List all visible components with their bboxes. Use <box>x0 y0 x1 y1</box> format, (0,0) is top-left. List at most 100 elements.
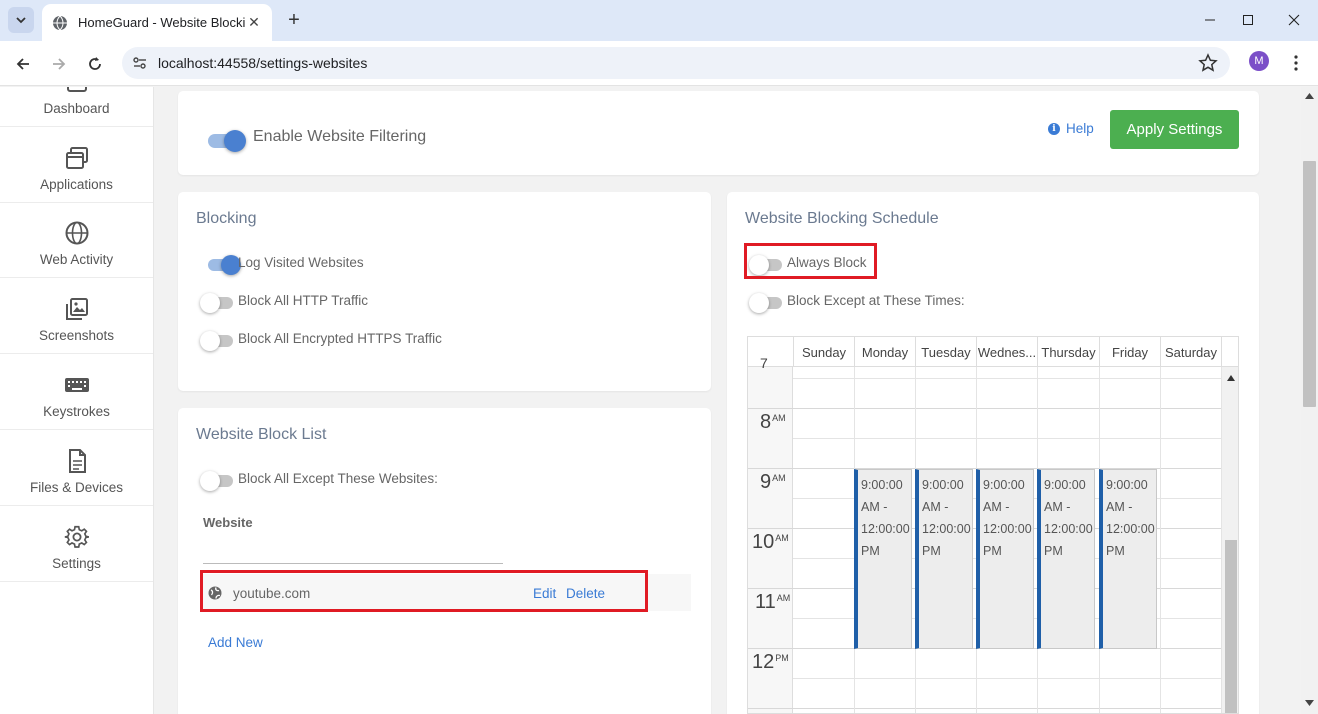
hour-label-9am: 9AM <box>760 471 786 493</box>
reload-button[interactable] <box>82 51 108 77</box>
close-window-button[interactable] <box>1280 8 1308 32</box>
new-tab-button[interactable]: + <box>282 8 306 32</box>
block-list-card: Website Block List Block All Except Thes… <box>178 408 711 714</box>
filtering-header-card: Enable Website Filtering i Help Apply Se… <box>178 91 1259 175</box>
minimize-icon <box>1205 19 1215 21</box>
enable-filtering-label: Enable Website Filtering <box>253 128 427 145</box>
highlight-youtube-row <box>200 570 648 612</box>
keyboard-icon <box>64 378 89 392</box>
sidebar-item-label: Dashboard <box>43 101 110 116</box>
applications-icon <box>65 147 88 169</box>
highlight-always-block <box>744 243 877 279</box>
apply-settings-button[interactable]: Apply Settings <box>1110 110 1239 149</box>
block-https-toggle[interactable] <box>200 331 233 351</box>
block-http-toggle[interactable] <box>200 293 233 313</box>
sidebar-item-web-activity[interactable]: Web Activity <box>0 202 153 278</box>
bookmark-star-icon[interactable] <box>1198 53 1218 73</box>
globe-icon <box>65 221 88 245</box>
grid-line <box>748 408 1221 409</box>
schedule-event-monday[interactable]: 9:00:00 AM -12:00:00 PM <box>854 469 912 649</box>
blocking-card: Blocking Log Visited Websites Block All … <box>178 192 711 391</box>
schedule-calendar[interactable]: Sunday Monday Tuesday Wednes... Thursday… <box>747 336 1239 714</box>
dashboard-icon <box>66 87 87 92</box>
screenshots-icon <box>65 298 88 320</box>
toggle-knob <box>749 293 769 313</box>
chevron-down-icon <box>16 17 26 24</box>
calendar-scrollbar[interactable] <box>1221 367 1238 713</box>
forward-button[interactable] <box>46 51 72 77</box>
site-settings-icon[interactable] <box>132 55 148 71</box>
minimize-button[interactable] <box>1196 8 1224 32</box>
hour-label-11am: 11AM <box>755 591 791 613</box>
block-except-times-toggle[interactable] <box>749 293 782 313</box>
sidebar-item-label: Files & Devices <box>29 480 124 495</box>
schedule-event-friday[interactable]: 9:00:00 AM -12:00:00 PM <box>1099 469 1157 649</box>
hour-label-8am: 8AM <box>760 411 786 433</box>
header-spacer <box>1221 337 1238 367</box>
page-scrollbar[interactable] <box>1301 87 1318 714</box>
close-tab-icon[interactable]: ✕ <box>246 14 262 31</box>
more-vertical-icon <box>1294 55 1298 71</box>
toggle-knob <box>200 471 220 491</box>
day-header-wednesday: Wednes... <box>976 337 1037 367</box>
day-header-tuesday: Tuesday <box>915 337 976 367</box>
maximize-button[interactable] <box>1234 8 1262 32</box>
profile-avatar[interactable]: M <box>1249 51 1269 71</box>
sidebar-item-label: Screenshots <box>38 328 115 343</box>
sidebar-item-label: Keystrokes <box>43 404 110 419</box>
block-list-title: Website Block List <box>196 426 327 443</box>
close-icon <box>1288 14 1300 26</box>
back-button[interactable] <box>10 51 36 77</box>
website-filter-input[interactable] <box>203 563 503 564</box>
enable-filtering-toggle[interactable] <box>208 130 246 152</box>
file-icon <box>68 449 86 473</box>
browser-menu-button[interactable] <box>1286 51 1306 75</box>
schedule-event-tuesday[interactable]: 9:00:00 AM -12:00:00 PM <box>915 469 973 649</box>
sidebar-item-settings[interactable]: Settings <box>0 506 153 582</box>
scroll-down-icon[interactable] <box>1305 700 1314 706</box>
sidebar-item-files-devices[interactable]: Files & Devices <box>0 430 153 506</box>
info-icon: i <box>1048 122 1060 135</box>
scroll-up-icon[interactable] <box>1305 93 1314 99</box>
globe-favicon-icon <box>53 15 67 30</box>
sidebar-item-dashboard[interactable]: Dashboard <box>0 87 153 127</box>
hour-label-12pm: 12PM <box>752 651 789 673</box>
grid-line <box>748 708 1221 709</box>
help-link[interactable]: i Help <box>1048 121 1094 136</box>
schedule-event-thursday[interactable]: 9:00:00 AM -12:00:00 PM <box>1037 469 1095 649</box>
add-new-website-link[interactable]: Add New <box>208 635 263 650</box>
page-scroll-thumb[interactable] <box>1303 161 1316 407</box>
log-visited-label: Log Visited Websites <box>238 255 364 270</box>
scroll-up-icon[interactable] <box>1227 375 1235 381</box>
schedule-title: Website Blocking Schedule <box>745 210 939 227</box>
day-header-saturday: Saturday <box>1160 337 1221 367</box>
sidebar-item-keystrokes[interactable]: Keystrokes <box>0 354 153 430</box>
day-header-friday: Friday <box>1099 337 1160 367</box>
calendar-scroll-thumb[interactable] <box>1225 540 1237 713</box>
tab-title: HomeGuard - Website Blocking <box>78 15 246 30</box>
gear-icon <box>64 525 89 548</box>
schedule-event-wednesday[interactable]: 9:00:00 AM -12:00:00 PM <box>976 469 1034 649</box>
calendar-header: Sunday Monday Tuesday Wednes... Thursday… <box>748 337 1238 367</box>
blocking-title: Blocking <box>196 210 257 227</box>
main-content: Enable Website Filtering i Help Apply Se… <box>155 87 1301 714</box>
arrow-right-icon <box>53 58 66 70</box>
grid-line <box>1160 367 1161 713</box>
browser-tab-active[interactable]: HomeGuard - Website Blocking ✕ <box>42 4 272 41</box>
url-bar[interactable]: localhost:44558/settings-websites <box>122 47 1230 79</box>
grid-line <box>793 678 1221 679</box>
browser-tab-bar: HomeGuard - Website Blocking ✕ + <box>0 0 1318 41</box>
grid-line <box>793 378 1221 379</box>
log-visited-toggle[interactable] <box>208 255 241 275</box>
tab-search-button[interactable] <box>8 7 34 33</box>
sidebar-item-label: Settings <box>52 556 101 571</box>
arrow-left-icon <box>16 58 29 70</box>
website-column-label: Website <box>203 515 253 530</box>
time-column: 7 8AM 9AM 10AM 11AM 12PM <box>748 355 793 713</box>
toggle-knob <box>200 293 220 313</box>
hour-label-partial: 7 <box>760 355 768 371</box>
sidebar-item-applications[interactable]: Applications <box>0 127 153 203</box>
block-all-except-toggle[interactable] <box>200 471 233 491</box>
block-all-except-label: Block All Except These Websites: <box>238 471 438 486</box>
sidebar-item-screenshots[interactable]: Screenshots <box>0 278 153 354</box>
